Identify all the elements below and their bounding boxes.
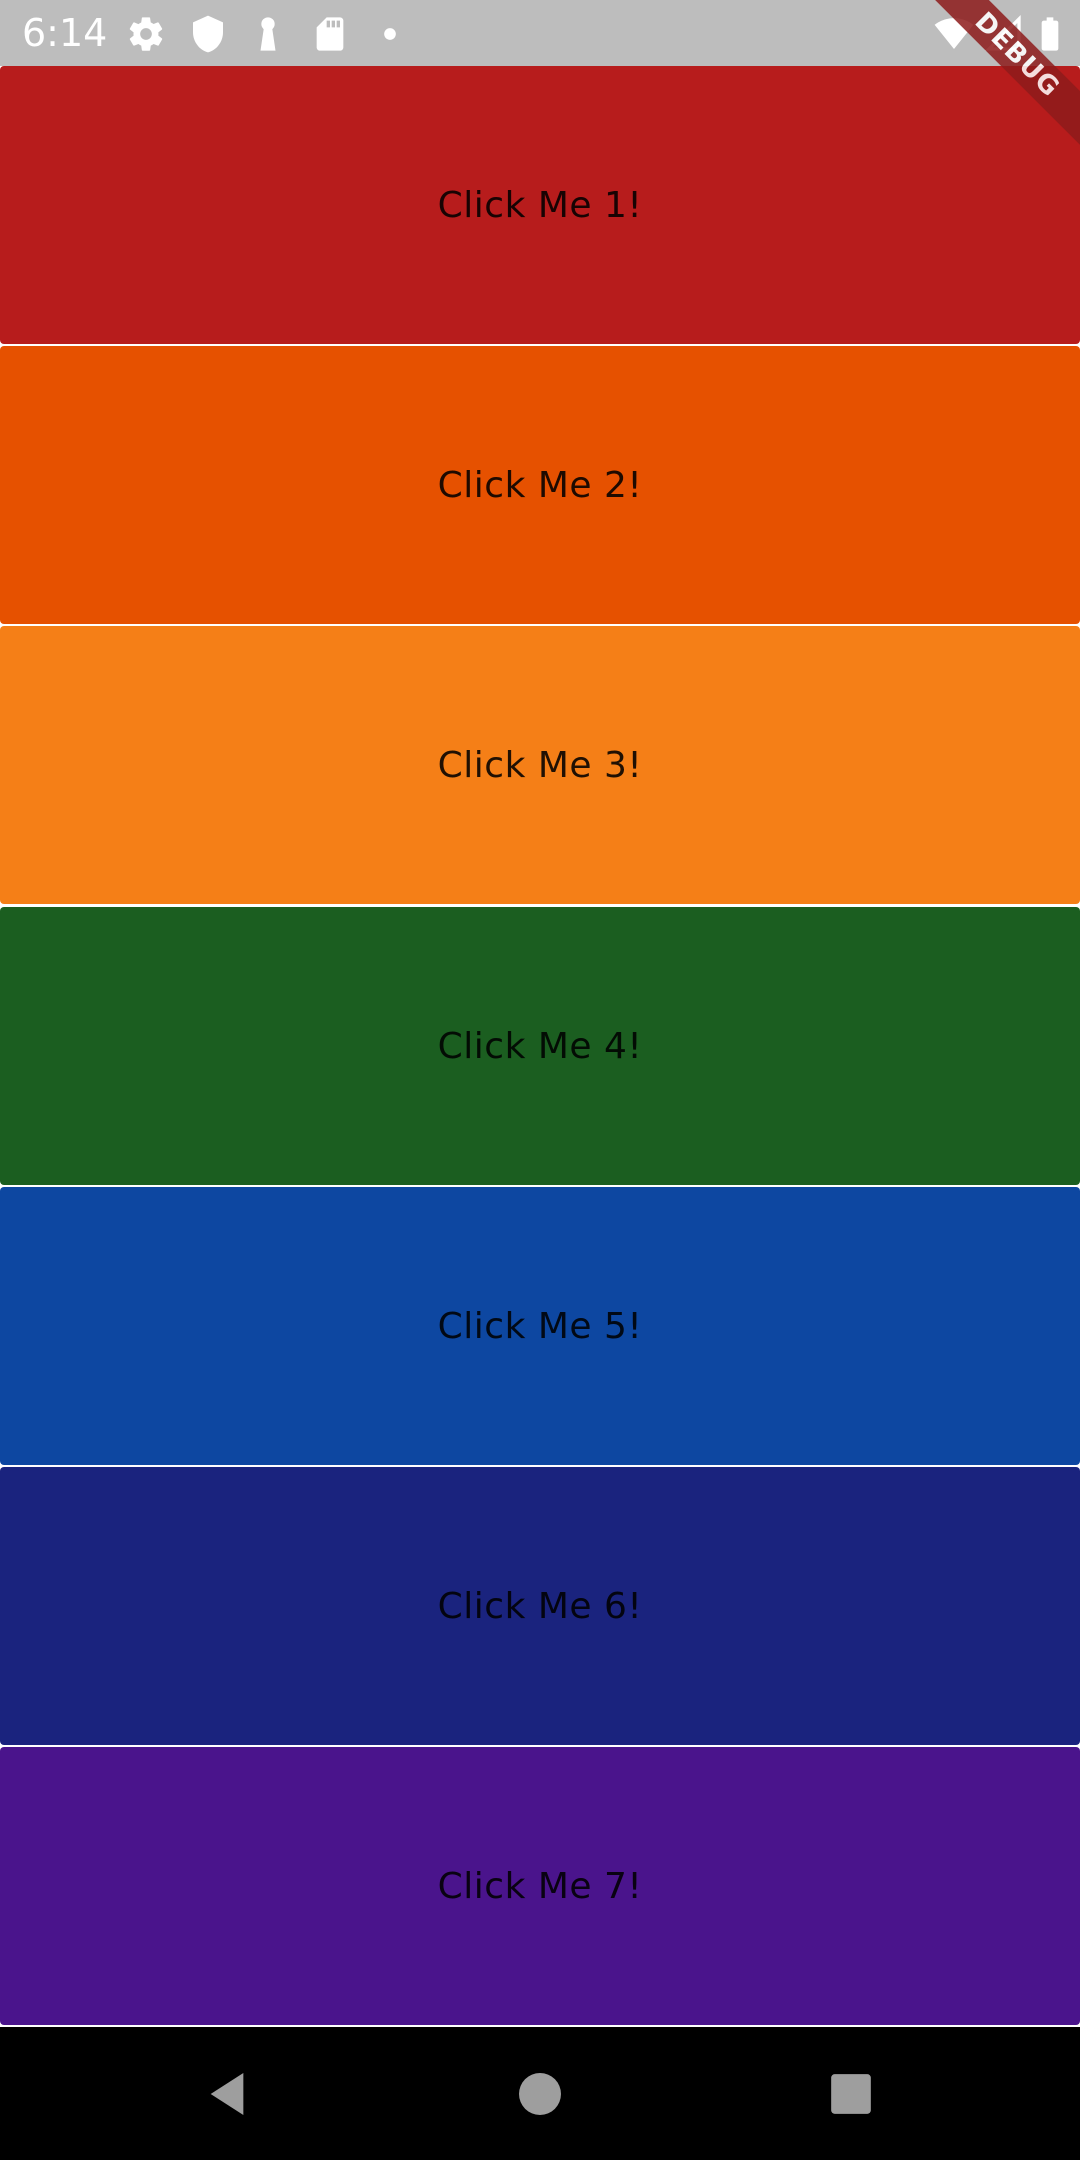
shield-icon (193, 15, 223, 53)
click-me-3-button[interactable]: Click Me 3! (0, 626, 1080, 904)
notification-dot-icon (384, 28, 396, 40)
keyhole-icon (260, 17, 276, 51)
click-me-7-button[interactable]: Click Me 7! (0, 1747, 1080, 2025)
status-time: 6:14 (22, 11, 108, 55)
button-label: Click Me 7! (437, 1865, 643, 1907)
button-label: Click Me 3! (437, 744, 643, 786)
button-label: Click Me 6! (437, 1585, 643, 1627)
back-icon (210, 2073, 244, 2115)
navigation-bar (0, 2027, 1080, 2160)
home-button[interactable] (505, 2059, 575, 2129)
sd-card-icon (316, 17, 344, 51)
back-button[interactable] (192, 2059, 262, 2129)
button-list: Click Me 1! Click Me 2! Click Me 3! Clic… (0, 66, 1080, 2027)
wifi-icon (934, 18, 974, 49)
button-label: Click Me 1! (437, 184, 643, 226)
click-me-4-button[interactable]: Click Me 4! (0, 907, 1080, 1185)
click-me-1-button[interactable]: Click Me 1! (0, 66, 1080, 344)
cellular-signal-icon (984, 14, 1021, 51)
settings-icon (129, 17, 163, 51)
click-me-5-button[interactable]: Click Me 5! (0, 1187, 1080, 1465)
app-screen: 6:14 Click Me 1! Click Me 2! Click Me 3!… (0, 0, 1080, 2160)
recents-icon (831, 2074, 871, 2114)
button-label: Click Me 5! (437, 1305, 643, 1347)
click-me-2-button[interactable]: Click Me 2! (0, 346, 1080, 624)
button-label: Click Me 2! (437, 464, 643, 506)
click-me-6-button[interactable]: Click Me 6! (0, 1467, 1080, 1745)
battery-icon (1041, 17, 1059, 51)
button-label: Click Me 4! (437, 1025, 643, 1067)
status-bar: 6:14 (0, 0, 1080, 66)
recents-button[interactable] (816, 2059, 886, 2129)
home-icon (519, 2073, 561, 2115)
